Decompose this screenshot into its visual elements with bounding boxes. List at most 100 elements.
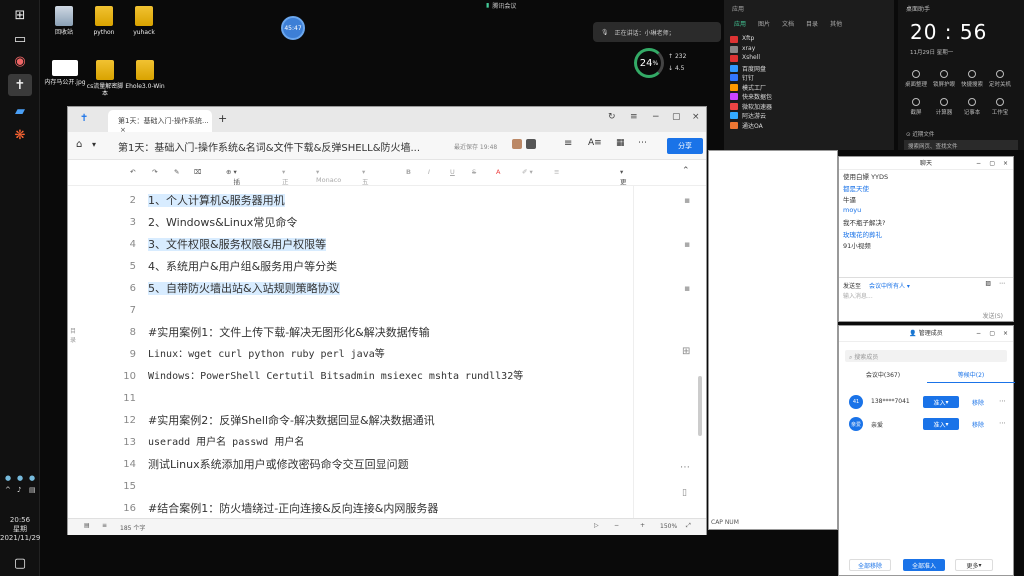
- comment-icon[interactable]: ▪: [684, 284, 690, 294]
- doc-line[interactable]: 4 3、文件权限&服务权限&用户权限等: [130, 234, 327, 256]
- bold-button[interactable]: B: [406, 168, 411, 176]
- editor-area[interactable]: 目录 2 1、个人计算机&服务器用机 3 2、Windows&Linux常见命令 4…: [68, 186, 706, 518]
- collapse-icon[interactable]: ⌃: [682, 166, 690, 176]
- remove-button[interactable]: 移除: [963, 396, 993, 408]
- burp-icon[interactable]: ❋: [8, 124, 32, 146]
- meeting-bar[interactable]: ▮ 腾讯会议: [486, 0, 546, 10]
- quick-action-screenshot[interactable]: 截屏: [904, 98, 928, 116]
- close-icon[interactable]: ×: [692, 112, 700, 122]
- play-icon[interactable]: ▷: [594, 522, 599, 529]
- tray-icon-2[interactable]: ●: [17, 474, 25, 482]
- font-select[interactable]: Monaco ▾: [316, 168, 341, 184]
- net-speed-widget[interactable]: 24% ↑ 232 ↓ 4.5: [634, 48, 700, 78]
- chevron-down-icon[interactable]: ▾: [92, 140, 96, 149]
- desktop-icon-python[interactable]: python: [84, 6, 124, 36]
- italic-button[interactable]: I: [428, 168, 430, 176]
- highlight-icon[interactable]: ✐ ▾: [522, 168, 533, 176]
- member-search-input[interactable]: ⌕ 搜索成员: [845, 350, 1007, 362]
- maximize-icon[interactable]: ▢: [989, 326, 995, 342]
- doc-line[interactable]: 12 #实用案例2：反弹Shell命令-解决数据回显&解决数据通讯: [123, 410, 434, 432]
- more-button[interactable]: 更多 ▾: [620, 168, 627, 196]
- quick-action-eye[interactable]: 锁屏护眼: [932, 70, 956, 88]
- doc-tab[interactable]: 第1天：基础入门-操作系统... ×: [108, 110, 212, 134]
- send-to-select[interactable]: 会议中所有人 ▾: [869, 283, 910, 290]
- close-icon[interactable]: ×: [1003, 157, 1008, 170]
- tray-icon-1[interactable]: ●: [5, 474, 13, 482]
- tray-icon-3[interactable]: ●: [29, 474, 37, 482]
- network-icon[interactable]: ▤: [29, 486, 37, 494]
- outline-icon[interactable]: ≡: [102, 522, 107, 529]
- refresh-icon[interactable]: ↻: [608, 112, 616, 122]
- chevron-up-icon[interactable]: ^: [5, 486, 13, 494]
- applist-tab-dirs[interactable]: 目录: [806, 19, 818, 28]
- applist-tab-other[interactable]: 其他: [830, 19, 842, 28]
- quick-action-notepad[interactable]: 记事本: [960, 98, 984, 116]
- underline-button[interactable]: U: [450, 168, 455, 176]
- maximize-icon[interactable]: ▢: [672, 112, 681, 122]
- redo-icon[interactable]: ↷: [152, 168, 157, 176]
- chat-sender[interactable]: 都是天使: [839, 182, 1013, 194]
- align-icon[interactable]: ≡: [554, 168, 559, 176]
- outline-toggle[interactable]: 目录: [70, 326, 80, 344]
- applist-item[interactable]: xray: [724, 45, 894, 55]
- more-menu-button[interactable]: 更多 ▾: [955, 559, 993, 571]
- send-button[interactable]: 发送(S): [983, 311, 1004, 320]
- minimize-icon[interactable]: −: [652, 112, 660, 122]
- recent-files-link[interactable]: ⊙ 近期文件: [906, 130, 934, 138]
- applist-item[interactable]: Xshell: [724, 54, 894, 64]
- image-icon[interactable]: ▨: [985, 280, 991, 287]
- undo-icon[interactable]: ↶: [130, 168, 135, 176]
- maximize-icon[interactable]: ▢: [989, 157, 995, 170]
- member-row[interactable]: 41 138****7041 准入 ▾ 移除 ⋯: [839, 392, 1013, 412]
- chat-input[interactable]: 输入消息...: [843, 291, 873, 300]
- avatar[interactable]: [526, 139, 536, 149]
- chat-sender[interactable]: 玫瑰花的葬礼: [839, 228, 1013, 240]
- doc-line[interactable]: 6 5、自带防火墙出站&入站规则策略协议: [130, 278, 340, 300]
- member-row[interactable]: 亲爱 亲爱 准入 ▾ 移除 ⋯: [839, 414, 1013, 434]
- applist-item[interactable]: 通达OA: [724, 121, 894, 131]
- applist-tab-docs[interactable]: 文档: [782, 19, 794, 28]
- more-icon[interactable]: ⋯: [999, 397, 1006, 405]
- admit-all-button[interactable]: 全部准入: [903, 559, 945, 571]
- tab-waiting[interactable]: 等候中(2): [927, 370, 1015, 379]
- chrome-icon[interactable]: ◉: [8, 50, 32, 72]
- share-button[interactable]: 分享: [667, 138, 703, 154]
- font-color-button[interactable]: A: [496, 168, 500, 176]
- fullscreen-icon[interactable]: ⤢: [686, 522, 691, 530]
- applist-item[interactable]: 百度网盘: [724, 64, 894, 74]
- desktop-icon-recycle-bin[interactable]: 回收站: [44, 6, 84, 36]
- quick-action-shutdown[interactable]: 定时关机: [988, 70, 1012, 88]
- remove-button[interactable]: 移除: [963, 418, 993, 430]
- admit-button[interactable]: 准入 ▾: [923, 418, 959, 430]
- comment-icon[interactable]: ▪: [684, 240, 690, 250]
- docs-app-icon[interactable]: ✝: [8, 74, 32, 96]
- comment-icon[interactable]: ▪: [684, 196, 690, 206]
- quick-action-search[interactable]: 快捷搜索: [960, 70, 984, 88]
- doc-line[interactable]: 13 useradd 用户名 passwd 用户名: [123, 432, 304, 454]
- zoom-in-icon[interactable]: +: [640, 522, 645, 529]
- new-tab-icon[interactable]: +: [218, 112, 227, 125]
- applist-tab-images[interactable]: 图片: [758, 19, 770, 28]
- insert-button[interactable]: ⊕ 插入 ▾: [226, 168, 240, 196]
- chat-sender[interactable]: moyu: [839, 205, 1013, 217]
- style-select[interactable]: 正文 ▾: [282, 168, 289, 196]
- applist-tab-apps[interactable]: 应用: [734, 19, 746, 28]
- clear-format-icon[interactable]: ⌧: [194, 168, 202, 176]
- tab-in-meeting[interactable]: 会议中(367): [839, 370, 927, 379]
- zoom-level[interactable]: 150%: [660, 523, 677, 530]
- doc-line[interactable]: 3 2、Windows&Linux常见命令: [130, 212, 298, 234]
- page-icon[interactable]: ▤: [84, 522, 90, 529]
- doc-line[interactable]: 9 Linux：wget curl python ruby perl java等: [130, 344, 385, 366]
- minimize-icon[interactable]: −: [976, 326, 981, 342]
- applist-item[interactable]: 钉钉: [724, 73, 894, 83]
- applist-item[interactable]: 微软加速器: [724, 102, 894, 112]
- doc-line[interactable]: 8 #实用案例1：文件上传下载-解决无图形化&解决数据传输: [130, 322, 430, 344]
- device-icon[interactable]: ▯: [682, 488, 687, 498]
- more-icon[interactable]: ⋯: [638, 138, 647, 148]
- notification-icon[interactable]: ▢: [8, 552, 32, 574]
- view-icon[interactable]: ▦: [616, 138, 625, 148]
- doc-line[interactable]: 16 #结合案例1：防火墙绕过-正向连接&反向连接&内网服务器: [123, 498, 438, 518]
- minimize-icon[interactable]: −: [976, 157, 981, 170]
- volume-icon[interactable]: ♪: [17, 486, 25, 494]
- desktop-icon-ehole[interactable]: Ehole3.0-Win: [124, 60, 166, 90]
